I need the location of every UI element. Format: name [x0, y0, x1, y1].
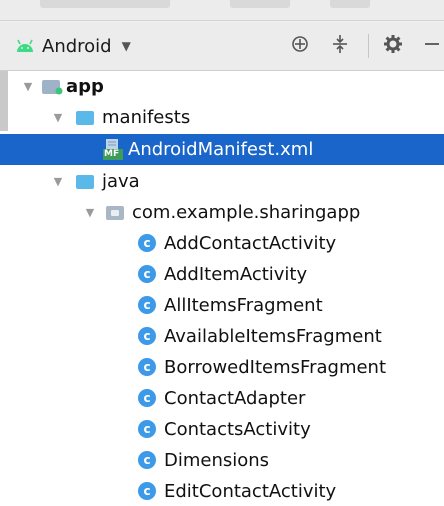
- class-icon: c: [138, 358, 156, 376]
- tree-label: EditContactActivity: [164, 481, 337, 502]
- hide-panel-button[interactable]: [420, 33, 442, 59]
- tree-node-class[interactable]: c ContactsActivity: [0, 414, 444, 445]
- tree-node-class[interactable]: c AddItemActivity: [0, 259, 444, 290]
- manifest-badge: MF: [104, 149, 120, 159]
- minus-icon: [423, 34, 439, 58]
- tree-label: AllItemsFragment: [164, 295, 323, 316]
- tree-node-package[interactable]: ▼ com.example.sharingapp: [0, 197, 444, 228]
- tree-node-class[interactable]: c Dimensions: [0, 445, 444, 476]
- project-tree: ▼ app ▼ manifests MF AndroidManifest.xml…: [0, 71, 444, 506]
- project-view-selector[interactable]: Android ▼: [14, 34, 131, 58]
- folder-icon: [76, 109, 94, 125]
- expand-arrow-icon[interactable]: ▼: [22, 80, 34, 93]
- expand-arrow-icon[interactable]: ▼: [84, 206, 96, 219]
- collapse-all-icon: [330, 34, 350, 58]
- tree-node-class[interactable]: c BorrowedItemsFragment: [0, 352, 444, 383]
- gear-icon: [383, 34, 403, 58]
- tree-node-class[interactable]: c EditContactActivity: [0, 476, 444, 506]
- project-view-label: Android: [42, 35, 112, 57]
- tree-label: AvailableItemsFragment: [164, 326, 382, 347]
- tree-node-android-manifest[interactable]: MF AndroidManifest.xml: [0, 134, 444, 165]
- expand-arrow-icon[interactable]: ▼: [52, 175, 64, 188]
- tree-label: AddContactActivity: [164, 233, 337, 254]
- class-icon: c: [138, 451, 156, 469]
- toolbar-ghost: [40, 0, 170, 8]
- top-toolbar-strip: [0, 0, 444, 21]
- tree-label: java: [102, 171, 140, 192]
- tree-label: AddItemActivity: [164, 264, 308, 285]
- android-icon: [14, 38, 36, 54]
- folder-icon: [76, 173, 94, 189]
- class-icon: c: [138, 234, 156, 252]
- tree-node-manifests[interactable]: ▼ manifests: [0, 102, 444, 133]
- class-icon: c: [138, 420, 156, 438]
- locate-file-button[interactable]: [287, 33, 313, 59]
- class-icon: c: [138, 389, 156, 407]
- tree-node-app[interactable]: ▼ app: [0, 71, 444, 102]
- toolbar-ghost: [330, 0, 370, 8]
- tree-label: Dimensions: [164, 450, 270, 471]
- project-panel-header: Android ▼: [0, 22, 444, 71]
- tree-node-class[interactable]: c ContactAdapter: [0, 383, 444, 414]
- tree-node-class[interactable]: c AddContactActivity: [0, 228, 444, 259]
- tree-label: BorrowedItemsFragment: [164, 357, 387, 378]
- toolbar-ghost: [230, 0, 290, 8]
- class-icon: c: [138, 482, 156, 500]
- package-icon: [106, 204, 124, 220]
- collapse-all-button[interactable]: [327, 33, 353, 59]
- tree-label: com.example.sharingapp: [132, 202, 361, 223]
- class-icon: c: [138, 265, 156, 283]
- module-folder-icon: [42, 78, 63, 95]
- crosshair-icon: [290, 34, 310, 58]
- manifest-file-icon: MF: [103, 139, 123, 160]
- tree-node-class[interactable]: c AllItemsFragment: [0, 290, 444, 321]
- class-icon: c: [138, 296, 156, 314]
- tree-label: AndroidManifest.xml: [128, 139, 314, 160]
- header-separator: [368, 34, 369, 58]
- tree-label: app: [66, 76, 104, 97]
- tree-node-class[interactable]: c AvailableItemsFragment: [0, 321, 444, 352]
- chevron-down-icon: ▼: [121, 39, 131, 53]
- class-icon: c: [138, 327, 156, 345]
- settings-button[interactable]: [380, 33, 406, 59]
- tree-node-java[interactable]: ▼ java: [0, 166, 444, 197]
- tree-label: ContactAdapter: [164, 388, 306, 409]
- expand-arrow-icon[interactable]: ▼: [52, 111, 64, 124]
- tree-label: ContactsActivity: [164, 419, 311, 440]
- tree-label: manifests: [102, 107, 191, 128]
